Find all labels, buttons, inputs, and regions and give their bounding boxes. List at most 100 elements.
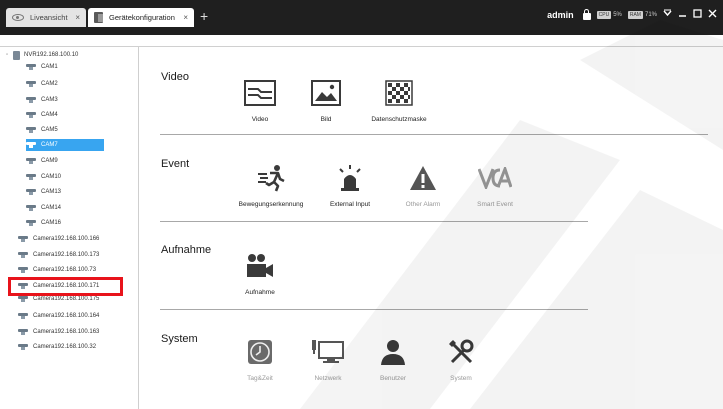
camera-icon: [26, 174, 36, 180]
tree-label: CAM5: [41, 127, 58, 133]
tile-aufnahme[interactable]: Aufnahme: [215, 250, 305, 296]
dropdown-icon[interactable]: [663, 9, 672, 21]
tree-item-cam[interactable]: CAM4: [26, 109, 58, 121]
alarm-light-icon: [336, 162, 364, 194]
tile-datenschutzmaske[interactable]: Datenschutzmaske: [354, 77, 444, 123]
tree-item-cam[interactable]: CAM9: [26, 155, 58, 167]
username[interactable]: admin: [547, 10, 574, 20]
section-divider: [160, 134, 708, 135]
status-area: admin CPU 5% RAM 71%: [547, 9, 717, 21]
close-icon[interactable]: ×: [75, 13, 80, 22]
tree-label: Camera192.168.100.73: [33, 267, 97, 273]
tree-item-cam[interactable]: CAM14: [26, 202, 61, 214]
minimize-icon[interactable]: [678, 9, 687, 21]
section-title-video: Video: [161, 71, 189, 83]
clock-icon: [247, 336, 273, 368]
vca-icon: [478, 162, 512, 194]
tree-label: Camera192.168.100.171: [33, 283, 100, 289]
tree-label: CAM16: [41, 220, 62, 226]
tree-item-cam[interactable]: CAM1: [26, 61, 58, 73]
tree-item-camera[interactable]: Camera192.168.100.173: [18, 249, 99, 261]
camera-icon: [26, 64, 36, 70]
section-title-event: Event: [161, 158, 190, 170]
tree-label: CAM9: [41, 158, 58, 164]
lock-icon[interactable]: [582, 9, 591, 20]
tree-item-camera[interactable]: Camera192.168.100.175: [18, 293, 99, 305]
tab-liveansicht[interactable]: Liveansicht ×: [6, 8, 86, 27]
close-window-icon[interactable]: [708, 9, 717, 21]
ram-meter: RAM 71%: [627, 11, 657, 19]
camera-icon: [26, 158, 36, 164]
tile-label: External Input: [329, 201, 371, 208]
tree-item-camera[interactable]: Camera192.168.100.171: [18, 280, 99, 292]
tree-item-camera[interactable]: Camera192.168.100.164: [18, 310, 99, 322]
tile-label: Bewegungserkennung: [238, 201, 304, 208]
tree-label: CAM14: [41, 205, 62, 211]
tree-item-camera[interactable]: Camera192.168.100.73: [18, 264, 96, 276]
tile-label: Tag&Zeit: [247, 375, 273, 382]
tab-label: Gerätekonfiguration: [109, 13, 175, 22]
tile-label: Benutzer: [379, 375, 407, 382]
tree-item-cam[interactable]: CAM5: [26, 124, 58, 136]
tree-label: NVR192.168.100.10: [24, 52, 79, 58]
cpu-meter: CPU 5%: [596, 11, 622, 19]
recording-camera-icon: [245, 250, 275, 282]
new-tab-button[interactable]: +: [200, 8, 208, 24]
device-config-icon: [94, 12, 103, 23]
tree-item-cam[interactable]: CAM13: [26, 186, 61, 198]
tree-item-cam[interactable]: CAM3: [26, 94, 58, 106]
section-divider: [160, 309, 588, 310]
tab-label: Liveansicht: [30, 13, 68, 22]
close-icon[interactable]: ×: [183, 13, 188, 22]
maximize-icon[interactable]: [693, 9, 702, 21]
tree-label: CAM10: [41, 174, 62, 180]
camera-icon: [18, 313, 28, 319]
tab-geraetekonfiguration[interactable]: Gerätekonfiguration ×: [88, 8, 194, 27]
tree-label: CAM2: [41, 81, 58, 87]
tree-label: Camera192.168.100.164: [33, 313, 100, 319]
ram-value: 71%: [644, 12, 657, 18]
tile-label: Smart Event: [477, 201, 513, 208]
section-divider: [160, 221, 588, 222]
tree-label: Camera192.168.100.173: [33, 252, 100, 258]
camera-icon: [26, 81, 36, 87]
section-title-system: System: [161, 333, 198, 345]
tree-item-cam-selected[interactable]: CAM7: [26, 139, 104, 151]
camera-icon: [26, 112, 36, 118]
tree-item-cam[interactable]: CAM10: [26, 171, 61, 183]
tree-label: CAM7: [41, 142, 58, 148]
tree-item-cam[interactable]: CAM16: [26, 217, 61, 229]
camera-icon: [18, 296, 28, 302]
tile-label: Bild: [320, 116, 332, 123]
device-tree: ▫ NVR192.168.100.10 CAM1 CAM2 CAM3 CAM4 …: [6, 47, 139, 409]
tile-label: Netzwerk: [314, 375, 342, 382]
camera-icon: [18, 344, 28, 350]
camera-icon: [26, 142, 36, 148]
warning-icon: [409, 162, 437, 194]
tile-label: Datenschutzmaske: [371, 116, 427, 123]
camera-icon: [26, 189, 36, 195]
tile-system[interactable]: System: [416, 336, 506, 382]
tree-item-cam[interactable]: CAM2: [26, 78, 58, 90]
tree-label: Camera192.168.100.166: [33, 236, 100, 242]
tree-label: Camera192.168.100.175: [33, 296, 100, 302]
tree-label: Camera192.168.100.32: [33, 344, 97, 350]
ram-chip: RAM: [627, 11, 643, 19]
camera-icon: [26, 205, 36, 211]
tile-smart-event[interactable]: Smart Event: [450, 162, 540, 208]
tree-nvr[interactable]: ▫ NVR192.168.100.10: [6, 49, 78, 61]
image-icon: [311, 77, 341, 109]
tile-bewegungserkennung[interactable]: Bewegungserkennung: [226, 162, 316, 208]
tree-label: CAM13: [41, 189, 62, 195]
eye-icon: [12, 14, 24, 21]
camera-icon: [18, 252, 28, 258]
tree-label: CAM4: [41, 112, 58, 118]
tile-label: Video: [251, 116, 269, 123]
tree-item-camera[interactable]: Camera192.168.100.163: [18, 326, 99, 338]
tree-item-camera[interactable]: Camera192.168.100.32: [18, 341, 96, 353]
expand-icon[interactable]: ▫: [6, 52, 12, 58]
camera-icon: [26, 127, 36, 133]
user-icon: [379, 336, 407, 368]
video-settings-icon: [244, 77, 276, 109]
tree-item-camera[interactable]: Camera192.168.100.166: [18, 233, 99, 245]
